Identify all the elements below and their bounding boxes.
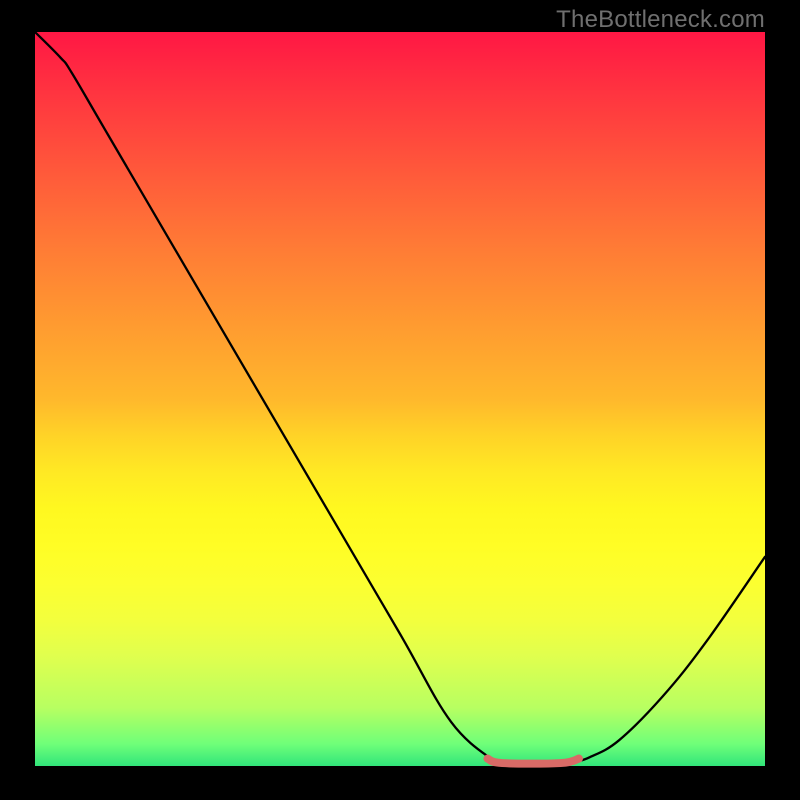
series-highlight-flat-min: [488, 759, 579, 764]
series-bottleneck-curve: [35, 32, 765, 765]
highlight-endpoint: [484, 755, 492, 763]
highlight-endpoint: [575, 755, 583, 763]
chart-svg: [0, 0, 800, 800]
chart-frame: TheBottleneck.com: [0, 0, 800, 800]
